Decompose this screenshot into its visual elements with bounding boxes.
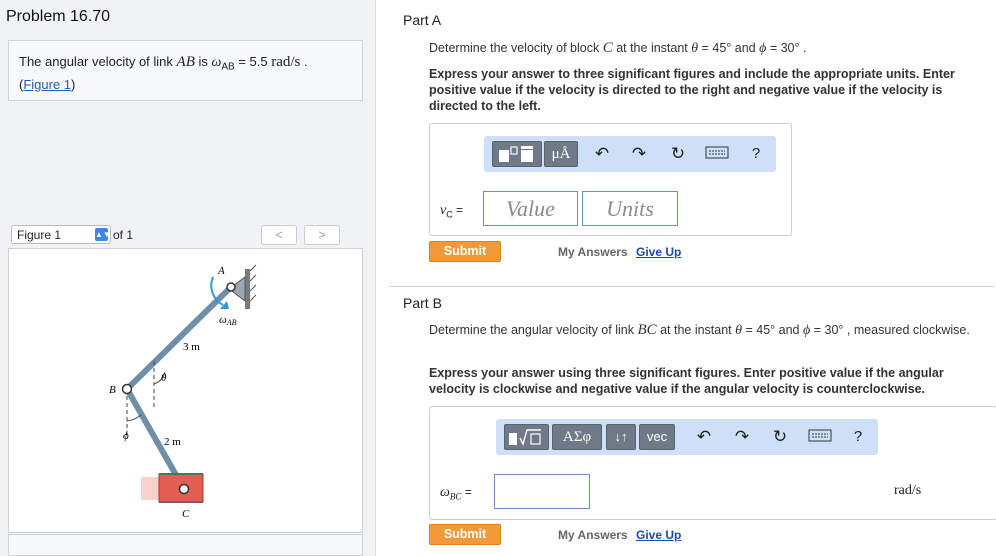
templates-button-b[interactable]	[504, 424, 549, 450]
keyboard-icon-b[interactable]	[807, 427, 833, 447]
next-figure-button[interactable]: >	[304, 225, 340, 245]
part-b-answer-box: ΑΣφ ↓↑ vec ↶ ↷ ↻ ? ωBC = rad/s	[429, 406, 996, 520]
rad-s-unit: rad/s	[894, 483, 922, 498]
length-ab: 3 m	[183, 341, 200, 353]
link-ab	[124, 284, 234, 392]
part-divider	[389, 286, 994, 287]
part-a-instructions: Express your answer to three significant…	[429, 67, 955, 113]
redo-icon-b[interactable]: ↷	[732, 427, 752, 447]
link-var: AB	[176, 54, 195, 70]
label-b: B	[109, 384, 116, 396]
vc-label: vC =	[440, 203, 464, 220]
problem-statement: The angular velocity of link AB is ωAB =…	[8, 40, 363, 101]
templates-button[interactable]	[492, 141, 542, 167]
prev-figure-button[interactable]: <	[261, 225, 297, 245]
pin-c	[178, 483, 190, 495]
theta-label: θ	[161, 372, 167, 384]
pin-b	[121, 383, 133, 395]
help-icon[interactable]: ?	[746, 144, 766, 164]
part-b-title: Part B	[403, 295, 442, 311]
part-a-answer-box: μÅ ↶ ↷ ↻ ? vC = Value Units	[429, 123, 792, 236]
greek-button[interactable]: ΑΣφ	[552, 424, 602, 450]
value-input[interactable]: Value	[483, 191, 578, 226]
part-a-my-answers-link[interactable]: My Answers	[558, 245, 628, 259]
help-icon-b[interactable]: ?	[848, 427, 868, 447]
redo-icon[interactable]: ↷	[629, 144, 649, 164]
figure-select[interactable]: Figure 1 ▲▼	[11, 225, 111, 244]
label-a: A	[217, 265, 225, 277]
part-b-question: Determine the angular velocity of link B…	[429, 322, 970, 338]
mechanism-diagram: A B C ωAB 3 m 2 m θ ϕ	[109, 264, 257, 520]
part-a-submit-button[interactable]: Submit	[429, 241, 501, 262]
pin-a	[226, 282, 236, 292]
figure-count: of 1	[113, 228, 134, 242]
part-a-title: Part A	[403, 12, 442, 28]
wall-support	[245, 269, 250, 309]
undo-icon[interactable]: ↶	[592, 144, 612, 164]
part-b-my-answers-link[interactable]: My Answers	[558, 528, 628, 542]
figure-footer	[8, 534, 363, 556]
undo-icon-b[interactable]: ↶	[694, 427, 714, 447]
length-bc: 2 m	[164, 436, 181, 448]
arrows-button[interactable]: ↓↑	[606, 424, 636, 450]
units-button[interactable]: μÅ	[544, 141, 578, 167]
part-a-question: Determine the velocity of block C at the…	[429, 40, 807, 56]
chevron-updown-icon: ▲▼	[95, 228, 111, 241]
parts-panel: Part A Determine the velocity of block C…	[377, 0, 996, 556]
phi-label: ϕ	[123, 430, 129, 442]
figure-nav: Figure 1 ▲▼ of 1 < >	[8, 224, 363, 246]
part-b-give-up-link[interactable]: Give Up	[636, 528, 681, 542]
units-input[interactable]: Units	[582, 191, 678, 226]
wbc-label: ωBC =	[440, 485, 472, 502]
omega-label: ωAB	[219, 314, 237, 327]
figure-frame: A B C ωAB 3 m 2 m θ ϕ	[8, 248, 363, 533]
problem-panel: Problem 16.70 The angular velocity of li…	[0, 0, 376, 556]
part-a-toolbar: μÅ ↶ ↷ ↻ ?	[484, 136, 776, 172]
part-b-submit-button[interactable]: Submit	[429, 524, 501, 545]
label-c: C	[182, 508, 190, 520]
figure-link[interactable]: Figure 1	[23, 77, 71, 92]
keyboard-icon[interactable]	[704, 144, 730, 164]
part-b-instructions: Express your answer using three signific…	[429, 366, 944, 396]
part-b-toolbar: ΑΣφ ↓↑ vec ↶ ↷ ↻ ?	[496, 419, 878, 455]
part-a-give-up-link[interactable]: Give Up	[636, 245, 681, 259]
reset-icon[interactable]: ↻	[668, 144, 688, 164]
vec-button[interactable]: vec	[639, 424, 675, 450]
problem-title: Problem 16.70	[6, 8, 111, 25]
reset-icon-b[interactable]: ↻	[770, 427, 790, 447]
omega-bc-input[interactable]	[494, 474, 590, 509]
